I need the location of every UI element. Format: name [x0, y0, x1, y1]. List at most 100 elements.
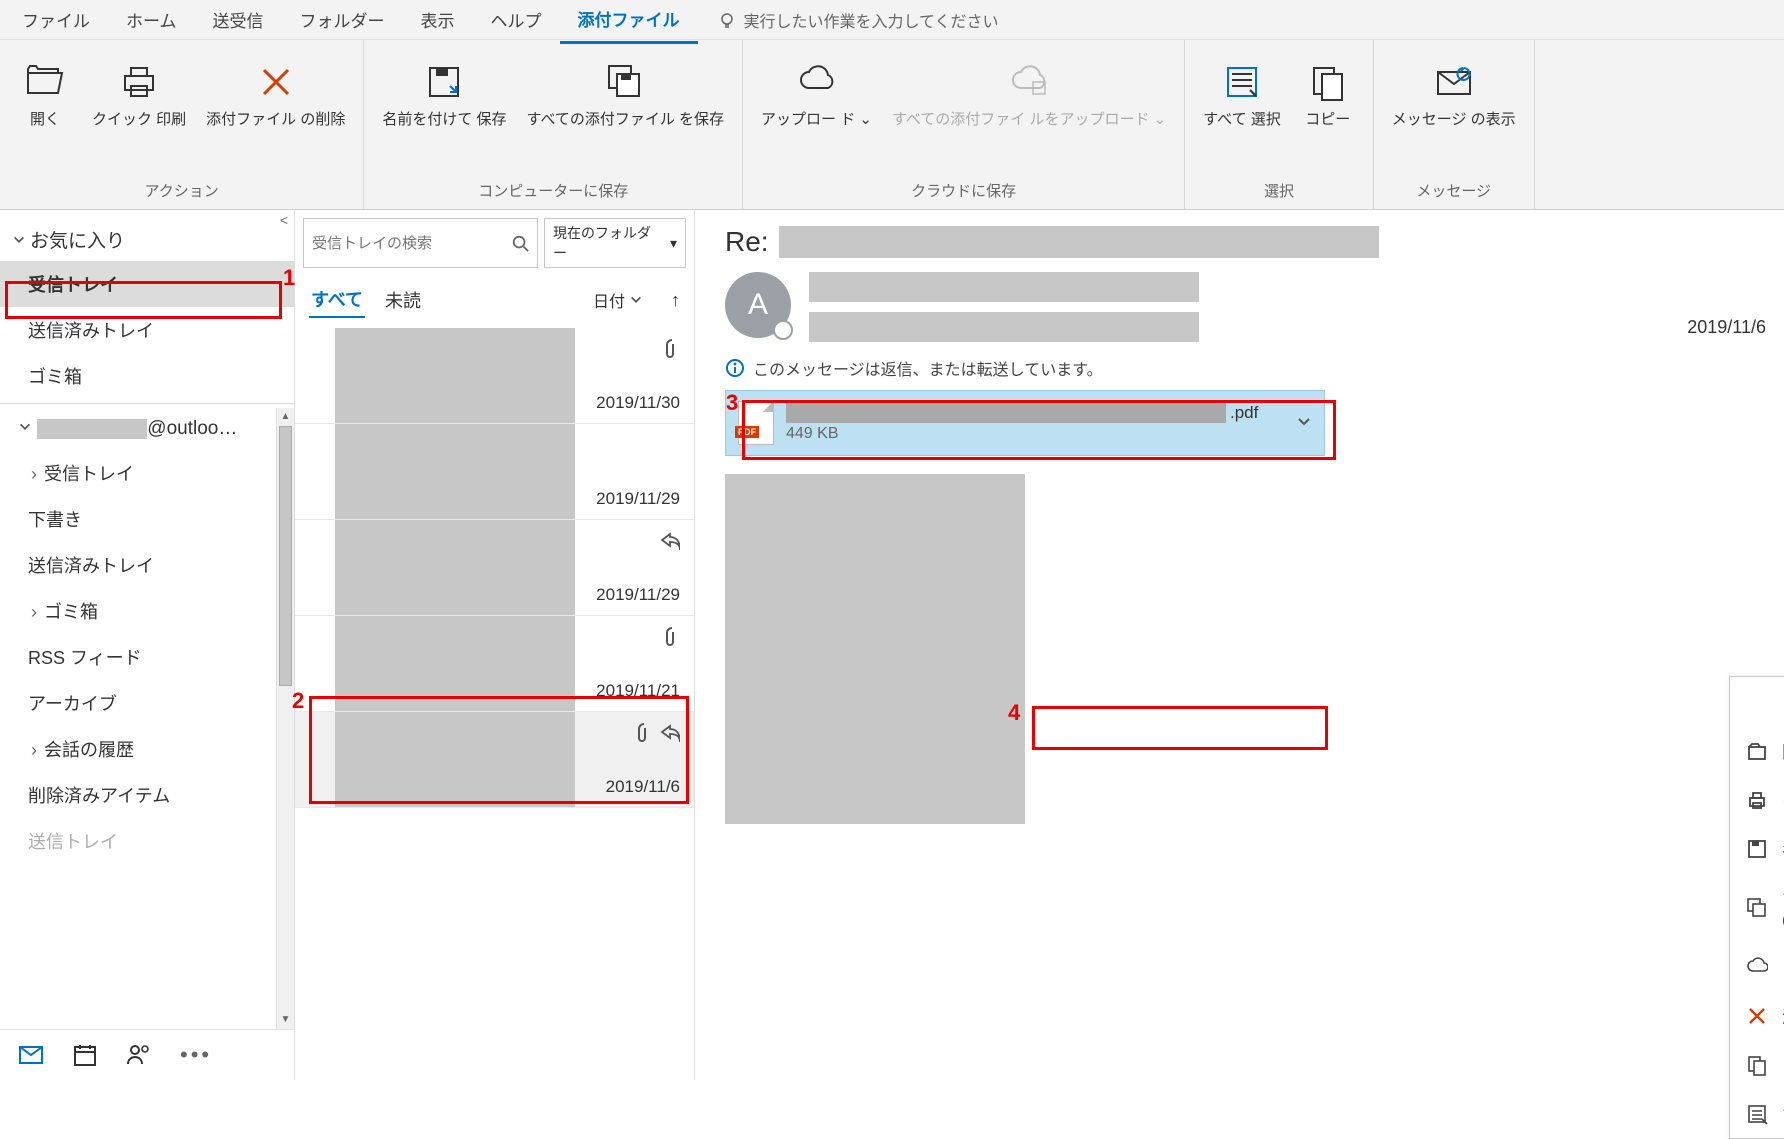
attachment-icon — [658, 624, 680, 646]
tab-folder[interactable]: フォルダー — [282, 0, 403, 42]
message-item[interactable]: 2019/11/6 — [295, 712, 694, 808]
search-input[interactable] — [303, 218, 538, 268]
chevron-down-icon — [1296, 414, 1312, 430]
context-menu-item[interactable]: コピー(C) — [1730, 1040, 1784, 1089]
message-body-redacted — [725, 474, 1025, 824]
chevron-down-icon — [18, 420, 32, 434]
folder-rss[interactable]: RSS フィード — [0, 634, 294, 680]
tab-attachments[interactable]: 添付ファイル — [560, 0, 698, 44]
tell-me-label: 実行したい作業を入力してください — [744, 8, 999, 32]
remove-attachment-button[interactable]: 添付ファイル の削除 — [198, 56, 353, 134]
account-name-redacted — [37, 419, 147, 439]
scroll-thumb[interactable] — [279, 426, 292, 686]
context-menu-item[interactable]: 名前を付けて保存(S) — [1730, 824, 1784, 873]
message-date: 2019/11/21 — [596, 681, 680, 701]
context-menu-item[interactable]: プレビュー(P) — [1730, 677, 1784, 726]
people-nav-icon[interactable] — [126, 1042, 152, 1068]
tab-view[interactable]: 表示 — [403, 0, 473, 42]
bulb-icon — [718, 11, 736, 29]
copy-button[interactable]: コピー — [1293, 56, 1363, 134]
folder-drafts[interactable]: 下書き — [0, 496, 294, 542]
menu-bar: ファイル ホーム 送受信 フォルダー 表示 ヘルプ 添付ファイル 実行したい作業… — [0, 0, 1784, 40]
context-menu-item[interactable]: 添付ファイルの削除(V) — [1730, 991, 1784, 1040]
message-preview-redacted — [335, 712, 575, 807]
copy-icon — [1746, 1054, 1768, 1076]
search-scope-dropdown[interactable]: 現在のフォルダー ▾ — [544, 218, 686, 268]
favorites-header[interactable]: お気に入り — [0, 218, 294, 261]
quick-print-button[interactable]: クイック 印刷 — [84, 56, 194, 134]
ribbon-group-selection: すべて 選択 コピー 選択 — [1185, 40, 1374, 209]
folder-deleted[interactable]: 削除済みアイテム — [0, 772, 294, 818]
chevron-down-icon — [12, 233, 26, 247]
save-all-button[interactable]: すべての添付ファイル を保存 — [519, 56, 733, 134]
message-item[interactable]: 2019/11/30 — [295, 328, 694, 424]
attachment-name-redacted — [786, 403, 1226, 423]
saveall-icon — [1746, 897, 1768, 919]
attachment-dropdown[interactable] — [1296, 414, 1312, 433]
attachment-icon — [630, 720, 652, 742]
reply-icon — [658, 528, 680, 550]
upload-all-button: すべての添付ファイ ルをアップロード ⌄ — [884, 56, 1174, 134]
sort-by-dropdown[interactable]: 日付 — [593, 288, 643, 312]
collapse-folder-pane[interactable]: < — [280, 212, 288, 228]
save-as-button[interactable]: 名前を付けて 保存 — [374, 56, 514, 134]
folder-pane: < お気に入り 受信トレイ 送信済みトレイ ゴミ箱 @outloo… ›受信トレ… — [0, 210, 295, 1080]
show-message-icon — [1432, 60, 1476, 104]
reading-pane: Re: A 2019/11/6 このメッセージは返信、または転送しています。 P… — [695, 210, 1784, 1080]
message-item[interactable]: 2019/11/29 — [295, 424, 694, 520]
chevron-down-icon: ▾ — [670, 235, 677, 252]
message-date: 2019/11/6 — [606, 777, 680, 797]
saveas-icon — [1746, 838, 1768, 860]
filter-tab-all[interactable]: すべて — [309, 282, 365, 318]
message-date: 2019/11/29 — [596, 489, 680, 509]
account-header[interactable]: @outloo… — [0, 408, 294, 450]
ribbon-group-label: 選択 — [1195, 176, 1363, 205]
open-icon — [1746, 740, 1768, 762]
message-item[interactable]: 2019/11/21 — [295, 616, 694, 712]
avatar[interactable]: A — [725, 272, 791, 338]
tab-help[interactable]: ヘルプ — [473, 0, 560, 42]
calendar-nav-icon[interactable] — [72, 1042, 98, 1068]
attachment-context-menu: プレビュー(P)開く(O)クイック印刷(R)名前を付けて保存(S)すべての添付フ… — [1729, 676, 1784, 1139]
tab-file[interactable]: ファイル — [4, 0, 108, 42]
open-button[interactable]: 開く — [10, 56, 80, 134]
filter-tab-unread[interactable]: 未読 — [383, 283, 423, 317]
folder-conversation-history[interactable]: ›会話の履歴 — [0, 726, 294, 772]
search-icon[interactable] — [511, 234, 529, 252]
attachment-item[interactable]: PDF .pdf 449 KB — [725, 390, 1325, 456]
message-item[interactable]: 2019/11/29 — [295, 520, 694, 616]
context-menu-item[interactable]: すべて選択(L) — [1730, 1089, 1784, 1138]
folder-trash[interactable]: ゴミ箱 — [0, 353, 294, 399]
more-nav-icon[interactable]: ••• — [180, 1042, 212, 1068]
save-as-icon — [422, 60, 466, 104]
reply-icon — [658, 720, 680, 742]
folder-inbox[interactable]: 受信トレイ — [0, 261, 294, 307]
sort-direction-button[interactable]: ↑ — [671, 290, 680, 311]
context-menu-item[interactable]: クイック印刷(R) — [1730, 775, 1784, 824]
folder-inbox-acct[interactable]: ›受信トレイ — [0, 450, 294, 496]
folder-scrollbar[interactable]: ▲ ▼ — [276, 408, 294, 1029]
folder-trash-acct[interactable]: ›ゴミ箱 — [0, 588, 294, 634]
attachment-ext: .pdf — [1230, 403, 1258, 423]
scroll-up-icon[interactable]: ▲ — [277, 408, 294, 426]
message-preview-redacted — [335, 520, 575, 615]
attachment-size: 449 KB — [786, 425, 1284, 443]
folder-archive[interactable]: アーカイブ — [0, 680, 294, 726]
select-all-button[interactable]: すべて 選択 — [1195, 56, 1289, 134]
folder-tree: @outloo… ›受信トレイ 下書き 送信済みトレイ ›ゴミ箱 RSS フィー… — [0, 408, 294, 1029]
tell-me-search[interactable]: 実行したい作業を入力してください — [718, 8, 999, 32]
context-menu-item[interactable]: 開く(O) — [1730, 726, 1784, 775]
folder-sent[interactable]: 送信済みトレイ — [0, 307, 294, 353]
nav-footer: ••• — [0, 1029, 294, 1080]
tab-sendreceive[interactable]: 送受信 — [195, 0, 282, 42]
upload-button[interactable]: アップロー ド ⌄ — [753, 56, 880, 134]
show-message-button[interactable]: メッセージ の表示 — [1384, 56, 1524, 134]
scroll-down-icon[interactable]: ▼ — [277, 1011, 294, 1029]
tab-home[interactable]: ホーム — [108, 0, 195, 42]
context-menu-item[interactable]: アップロード(U)〉 — [1730, 942, 1784, 991]
folder-outbox[interactable]: 送信トレイ — [0, 818, 294, 864]
subject-prefix: Re: — [725, 226, 769, 258]
context-menu-item[interactable]: すべての添付ファイルを保存(N)… — [1730, 873, 1784, 942]
folder-sent-acct[interactable]: 送信済みトレイ — [0, 542, 294, 588]
mail-nav-icon[interactable] — [18, 1042, 44, 1068]
